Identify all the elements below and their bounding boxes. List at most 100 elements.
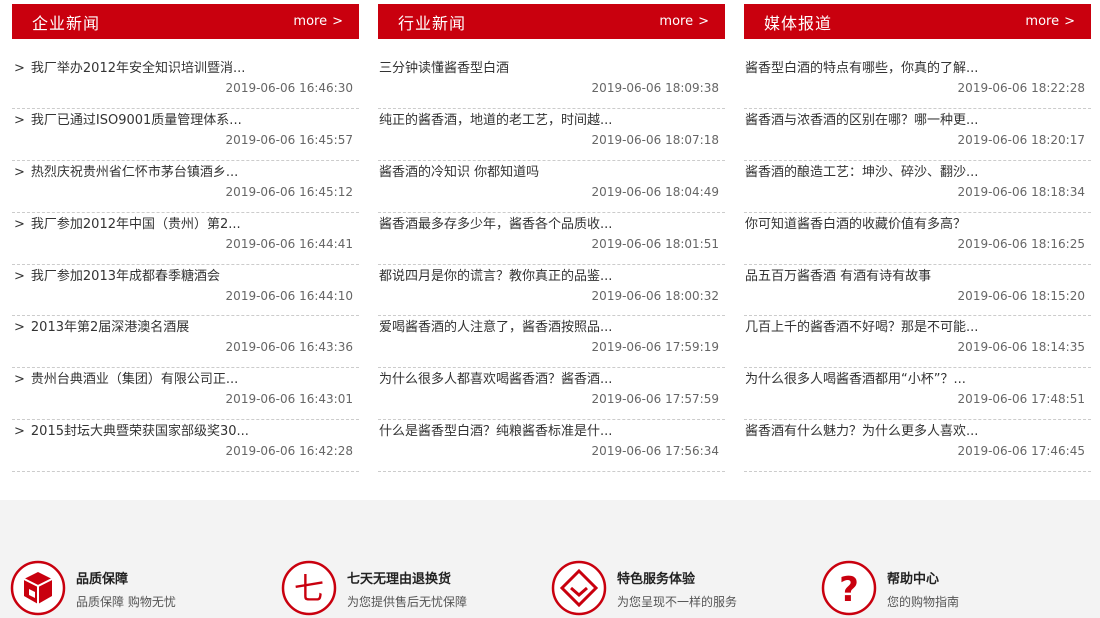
news-item-title[interactable]: 爱喝酱香酒的人注意了，酱香酒按照品... (379, 316, 612, 335)
news-item-title[interactable]: 纯正的酱香酒，地道的老工艺，时间越... (379, 109, 612, 128)
news-item-title[interactable]: 为什么很多人都喜欢喝酱香酒？酱香酒... (379, 368, 612, 387)
news-item-title[interactable]: 品五百万酱香酒 有酒有诗有故事 (745, 265, 931, 284)
news-item-date: 2019-06-06 16:46:30 (225, 81, 353, 95)
news-list: 三分钟读懂酱香型白酒 2019-06-06 18:09:38 纯正的酱香酒，地道的… (378, 57, 725, 473)
news-item[interactable]: 都说四月是你的谎言？教你真正的品鉴... 2019-06-06 18:00:32 (378, 265, 725, 317)
service-quality[interactable]: 品质保障 品质保障 购物无忧 (10, 560, 176, 616)
bullet-arrow-icon: > (14, 424, 25, 440)
news-item-date: 2019-06-06 16:45:57 (225, 132, 353, 147)
news-item[interactable]: > 我厂举办2012年安全知识培训暨消... 2019-06-06 16:46:30 (12, 57, 359, 109)
service-subtitle: 为您呈现不一样的服务 (617, 595, 738, 609)
news-item-title[interactable]: 酱香酒有什么魅力？为什么更多人喜欢... (745, 420, 978, 439)
news-item-title[interactable]: >2015封坛大典暨荣获国家部级奖30... (14, 420, 249, 439)
service-text: 特色服务体验 为您呈现不一样的服务 (617, 560, 737, 610)
more-link[interactable]: more > (659, 14, 709, 29)
news-item[interactable]: 品五百万酱香酒 有酒有诗有故事 2019-06-06 18:15:20 (744, 265, 1091, 317)
news-item[interactable]: 纯正的酱香酒，地道的老工艺，时间越... 2019-06-06 18:07:18 (378, 109, 725, 161)
diamond-icon (551, 560, 607, 616)
news-item-date: 2019-06-06 17:46:45 (957, 444, 1085, 459)
news-item[interactable]: 酱香酒的酿造工艺：坤沙、碎沙、翻沙... 2019-06-06 18:18:34 (744, 161, 1091, 213)
news-item-date: 2019-06-06 16:43:01 (225, 392, 353, 407)
news-item-date: 2019-06-06 18:14:35 (957, 340, 1085, 355)
news-item[interactable]: 酱香酒的冷知识 你都知道吗 2019-06-06 18:04:49 (378, 161, 725, 213)
bullet-arrow-icon: > (14, 320, 25, 336)
news-item[interactable]: > 热烈庆祝贵州省仁怀市茅台镇酒乡... 2019-06-06 16:45:12 (12, 161, 359, 213)
bullet-arrow-icon: > (14, 164, 25, 180)
news-item[interactable]: >2015封坛大典暨荣获国家部级奖30... 2019-06-06 16:42:2… (12, 420, 359, 473)
cube-icon (10, 560, 66, 616)
news-item-title[interactable]: > 我厂已通过ISO9001质量管理体系... (14, 109, 242, 128)
service-seven-day-return[interactable]: 七 七天无理由退换货 为您提供售后无忧保障 (281, 560, 467, 616)
more-link[interactable]: more > (293, 14, 343, 29)
news-item-title[interactable]: > 我厂参加2013年成都春季糖酒会 (14, 265, 220, 284)
news-item-title[interactable]: 酱香型白酒的特点有哪些，你真的了解... (745, 57, 978, 76)
news-item-date: 2019-06-06 18:04:49 (591, 184, 719, 199)
seven-glyph: 七 (294, 572, 324, 607)
news-item[interactable]: 酱香酒与浓香酒的区别在哪？哪一种更... 2019-06-06 18:20:17 (744, 109, 1091, 161)
seven-icon: 七 (281, 560, 337, 616)
news-item-date: 2019-06-06 18:22:28 (957, 81, 1085, 95)
news-item[interactable]: 三分钟读懂酱香型白酒 2019-06-06 18:09:38 (378, 57, 725, 109)
news-item-date: 2019-06-06 17:59:19 (591, 340, 719, 355)
service-subtitle: 品质保障 购物无忧 (76, 595, 176, 609)
news-item-title[interactable]: > 我厂举办2012年安全知识培训暨消... (14, 57, 245, 76)
news-item-title[interactable]: 酱香酒的酿造工艺：坤沙、碎沙、翻沙... (745, 161, 978, 180)
news-item[interactable]: > 贵州台典酒业（集团）有限公司正... 2019-06-06 16:43:01 (12, 368, 359, 421)
column-header: 企业新闻 more > (12, 4, 359, 39)
news-item[interactable]: 为什么很多人喝酱香酒都用“小杯”？... 2019-06-06 17:48:51 (744, 368, 1091, 421)
news-item-title[interactable]: 酱香酒与浓香酒的区别在哪？哪一种更... (745, 109, 978, 128)
news-item-title[interactable]: 为什么很多人喝酱香酒都用“小杯”？... (745, 368, 966, 387)
news-item[interactable]: 酱香型白酒的特点有哪些，你真的了解... 2019-06-06 18:22:28 (744, 57, 1091, 109)
news-item-date: 2019-06-06 18:15:20 (957, 288, 1085, 303)
service-title: 特色服务体验 (617, 572, 696, 587)
question-glyph: ? (839, 570, 859, 610)
news-item[interactable]: 酱香酒最多存多少年，酱香各个品质收... 2019-06-06 18:01:51 (378, 213, 725, 265)
question-icon: ? (821, 560, 877, 616)
news-list: 酱香型白酒的特点有哪些，你真的了解... 2019-06-06 18:22:28 … (744, 57, 1091, 473)
news-item[interactable]: > 我厂已通过ISO9001质量管理体系... 2019-06-06 16:45:5… (12, 109, 359, 161)
news-column-media: 媒体报道 more > 酱香型白酒的特点有哪些，你真的了解... 2019-06-0… (744, 4, 1091, 473)
bullet-arrow-icon: > (14, 112, 25, 128)
news-list: > 我厂举办2012年安全知识培训暨消... 2019-06-06 16:46:30… (12, 57, 359, 473)
news-item-date: 2019-06-06 17:57:59 (591, 392, 719, 407)
news-item-date: 2019-06-06 18:18:34 (957, 184, 1085, 199)
news-item[interactable]: > 我厂参加2012年中国（贵州）第2... 2019-06-06 16:44:41 (12, 213, 359, 265)
news-item[interactable]: 你可知道酱香白酒的收藏价值有多高？ 2019-06-06 18:16:25 (744, 213, 1091, 265)
service-special-experience[interactable]: 特色服务体验 为您呈现不一样的服务 (551, 560, 737, 616)
news-item[interactable]: >2013年第2届深港澳名酒展 2019-06-06 16:43:36 (12, 316, 359, 369)
news-item-title[interactable]: > 热烈庆祝贵州省仁怀市茅台镇酒乡... (14, 161, 238, 180)
column-title: 行业新闻 (398, 13, 467, 33)
news-item-title[interactable]: 都说四月是你的谎言？教你真正的品鉴... (379, 265, 612, 284)
bullet-arrow-icon: > (14, 372, 25, 388)
service-help-center[interactable]: ? 帮助中心 您的购物指南 (821, 560, 959, 616)
news-column-company: 企业新闻 more > > 我厂举办2012年安全知识培训暨消... 2019-06-… (12, 4, 359, 473)
column-title: 媒体报道 (764, 13, 833, 33)
news-item-title[interactable]: 几百上千的酱香酒不好喝？那是不可能... (745, 316, 978, 335)
news-item[interactable]: 爱喝酱香酒的人注意了，酱香酒按照品... 2019-06-06 17:59:19 (378, 316, 725, 369)
news-item-title[interactable]: 酱香酒最多存多少年，酱香各个品质收... (379, 213, 612, 232)
news-item[interactable]: 什么是酱香型白酒？纯粮酱香标准是什... 2019-06-06 17:56:34 (378, 420, 725, 473)
more-link[interactable]: more > (1025, 14, 1075, 29)
news-item-date: 2019-06-06 17:56:34 (591, 444, 719, 459)
news-item-title[interactable]: >2013年第2届深港澳名酒展 (14, 316, 189, 335)
news-item-title[interactable]: 三分钟读懂酱香型白酒 (379, 57, 509, 76)
news-item[interactable]: 酱香酒有什么魅力？为什么更多人喜欢... 2019-06-06 17:46:45 (744, 420, 1091, 473)
news-item[interactable]: > 我厂参加2013年成都春季糖酒会 2019-06-06 16:44:10 (12, 265, 359, 317)
news-item-date: 2019-06-06 16:44:41 (225, 236, 353, 251)
bullet-arrow-icon: > (14, 268, 25, 284)
news-item-title[interactable]: 酱香酒的冷知识 你都知道吗 (379, 161, 539, 180)
service-title: 帮助中心 (887, 572, 940, 587)
news-item-title[interactable]: > 贵州台典酒业（集团）有限公司正... (14, 368, 238, 387)
service-subtitle: 您的购物指南 (887, 595, 960, 609)
news-item-date: 2019-06-06 18:16:25 (957, 236, 1085, 251)
bullet-arrow-icon: > (14, 216, 25, 232)
news-item-title[interactable]: 什么是酱香型白酒？纯粮酱香标准是什... (379, 420, 612, 439)
news-item[interactable]: 为什么很多人都喜欢喝酱香酒？酱香酒... 2019-06-06 17:57:59 (378, 368, 725, 421)
news-item-title[interactable]: 你可知道酱香白酒的收藏价值有多高？ (745, 213, 966, 232)
news-item-date: 2019-06-06 18:20:17 (957, 132, 1085, 147)
news-item-title[interactable]: > 我厂参加2012年中国（贵州）第2... (14, 213, 241, 232)
news-item[interactable]: 几百上千的酱香酒不好喝？那是不可能... 2019-06-06 18:14:35 (744, 316, 1091, 369)
chevron-right-icon: > (698, 14, 709, 29)
service-text: 七天无理由退换货 为您提供售后无忧保障 (347, 560, 467, 610)
chevron-right-icon: > (1064, 14, 1075, 29)
